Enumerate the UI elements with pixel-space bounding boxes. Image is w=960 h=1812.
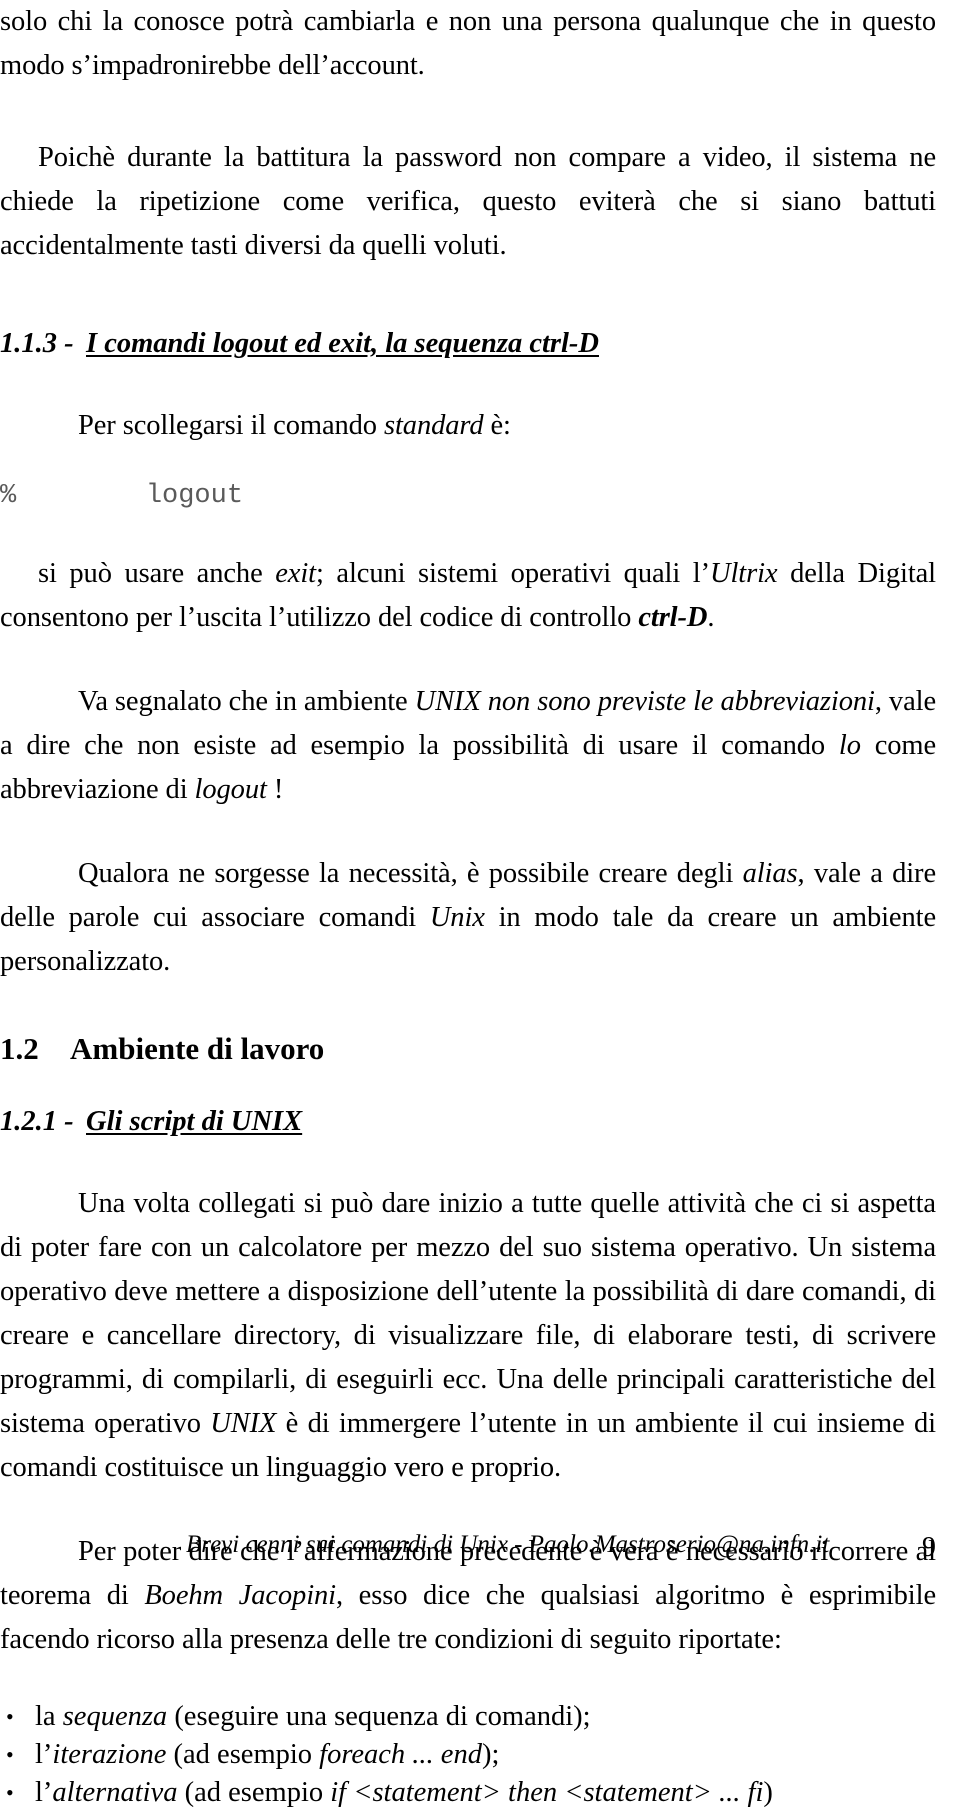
va-segnalato-emphasis-3: logout — [194, 774, 267, 805]
bullet-text-1: l’ — [35, 1739, 53, 1770]
heading-1-2-1-number: 1.2.1 - — [0, 1106, 74, 1137]
heading-1-2-title: Ambiente di lavoro — [70, 1031, 325, 1066]
va-segnalato-text-4: ! — [266, 774, 284, 805]
exit-text-1: si può usare anche — [38, 558, 276, 589]
bullet-emphasis-2: foreach ... end — [319, 1739, 482, 1770]
heading-1-2: 1.2 Ambiente di lavoro — [0, 1028, 936, 1070]
bullet-text-2: (ad esempio — [166, 1739, 320, 1770]
paragraph-poiche: Poichè durante la battitura la password … — [0, 142, 936, 261]
footer-text: Brevi cenni sui comandi di Unix - Paolo.… — [186, 1531, 830, 1558]
per-scollegarsi-text-1: Per scollegarsi il comando — [78, 410, 384, 441]
paragraph-una-volta: Una volta collegati si può dare inizio a… — [0, 1182, 936, 1490]
una-volta-text-1: Una volta collegati si può dare inizio a… — [0, 1188, 936, 1439]
alias-emphasis-2: Unix — [429, 902, 485, 933]
bullet-emphasis-1: alternativa — [52, 1777, 178, 1808]
va-segnalato-text-1: Va segnalato che in ambiente — [78, 686, 415, 717]
bullet-text-3: ); — [481, 1739, 500, 1770]
paragraph-va-segnalato: Va segnalato che in ambiente UNIX non so… — [0, 680, 936, 812]
boehm-emphasis-1: Boehm Jacopini — [144, 1580, 336, 1611]
heading-1-2-number: 1.2 — [0, 1031, 39, 1066]
heading-1-2-1-title: Gli script di UNIX — [86, 1106, 303, 1137]
una-volta-emphasis-1: UNIX — [210, 1408, 277, 1439]
paragraph-continued-text-3: account. — [329, 50, 425, 81]
bullet-text-2: (eseguire una sequenza di comandi); — [167, 1701, 591, 1732]
per-scollegarsi-emphasis: standard — [383, 410, 484, 441]
bullet-icon: • — [6, 1780, 14, 1805]
list-item: • l’iterazione (ad esempio foreach ... en… — [0, 1736, 936, 1774]
list-item: • la sequenza (eseguire una sequenza di c… — [0, 1698, 936, 1736]
page-number: 9 — [922, 1532, 936, 1563]
paragraph-alias: Qualora ne sorgesse la necessità, è poss… — [0, 852, 936, 984]
apostrophe-1: ’ — [82, 50, 93, 81]
paragraph-continued: solo chi la conosce potrà cambiarla e no… — [0, 0, 936, 88]
code-line-logout: % logout — [0, 481, 244, 511]
bullet-emphasis-1: sequenza — [62, 1701, 168, 1732]
list-item: • l’alternativa (ad esempio if <statement… — [0, 1774, 936, 1812]
va-segnalato-emphasis-2: lo — [838, 730, 861, 761]
alias-emphasis-1: alias — [742, 858, 798, 889]
bullet-icon: • — [6, 1704, 14, 1729]
bullet-text-1: l’ — [35, 1777, 53, 1808]
heading-1-1-3: 1.1.3 - I comandi logout ed exit, la seq… — [0, 324, 936, 364]
alias-text-1: Qualora ne sorgesse la necessità, è poss… — [78, 858, 743, 889]
document-page: solo chi la conosce potrà cambiarla e no… — [0, 0, 960, 1808]
paragraph-continued-text-2: impadronirebbe dell — [91, 50, 321, 81]
exit-emphasis-1: exit — [275, 558, 316, 589]
page-footer: Brevi cenni sui comandi di Unix - Paolo.… — [0, 1522, 960, 1568]
paragraph-exit: si può usare anche exit; alcuni sistemi … — [0, 552, 936, 640]
exit-emphasis-3: ctrl-D — [638, 602, 708, 633]
bullet-list-conditions: • la sequenza (eseguire una sequenza di c… — [0, 1698, 936, 1812]
exit-text-2: ; alcuni sistemi operativi quali l’ — [315, 558, 710, 589]
bullet-text-2: (ad esempio — [177, 1777, 331, 1808]
heading-1-1-3-number: 1.1.3 - — [0, 328, 74, 359]
bullet-text-1: la — [35, 1701, 63, 1732]
bullet-icon: • — [6, 1742, 14, 1767]
va-segnalato-emphasis-1: UNIX non sono previste le abbreviazioni — [414, 686, 875, 717]
paragraph-per-scollegarsi: Per scollegarsi il comando standard è: — [0, 404, 936, 448]
exit-emphasis-2: Ultrix — [709, 558, 778, 589]
per-scollegarsi-text-2: è: — [483, 410, 511, 441]
exit-text-4: . — [707, 602, 715, 633]
bullet-emphasis-1: iterazione — [52, 1739, 167, 1770]
heading-1-2-1: 1.2.1 - Gli script di UNIX — [0, 1102, 936, 1142]
heading-1-1-3-title: I comandi logout ed exit, la sequenza ct… — [86, 328, 599, 359]
bullet-text-3: ) — [763, 1777, 773, 1808]
bullet-emphasis-2: if <statement> then <statement> ... fi — [330, 1777, 764, 1808]
apostrophe-2: ’ — [320, 50, 330, 81]
